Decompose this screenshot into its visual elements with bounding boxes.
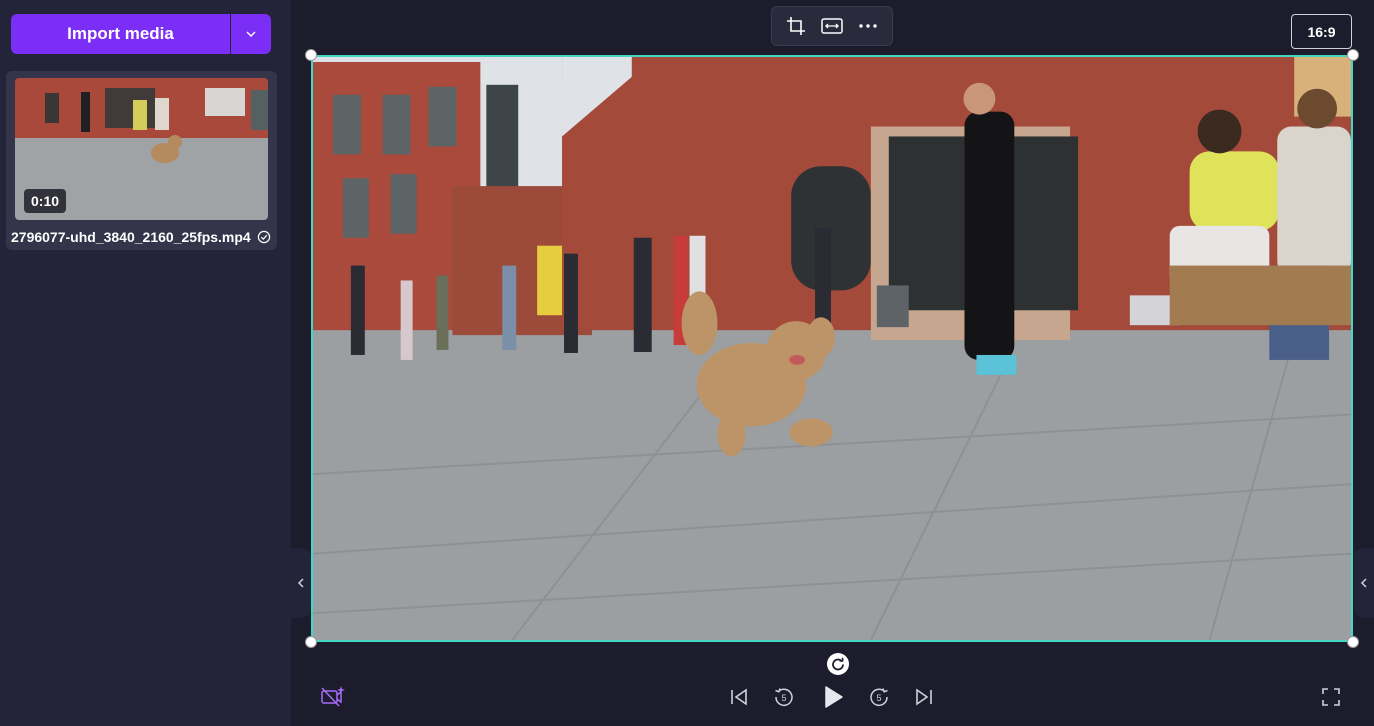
skip-to-end-icon [916,688,932,706]
duration-badge: 0:10 [24,189,67,213]
more-options-button[interactable] [853,11,883,41]
video-preview[interactable] [311,55,1353,642]
fit-icon [821,18,843,34]
rotate-handle[interactable] [827,653,849,675]
import-media-group: Import media [11,14,271,54]
resize-handle-bottom-left[interactable] [305,636,317,648]
fullscreen-button[interactable] [1316,682,1346,712]
rewind-5-icon: 5 [775,688,793,706]
chevron-left-icon [1360,578,1367,588]
resize-handle-top-left[interactable] [305,49,317,61]
video-frame [313,57,1351,640]
chevron-down-icon [246,31,256,37]
import-media-button[interactable]: Import media [11,14,230,54]
chevron-left-icon [297,578,304,588]
skip-to-end-button[interactable] [909,682,939,712]
check-circle-icon [257,230,271,244]
forward-5-button[interactable]: 5 [864,682,894,712]
aspect-ratio-button[interactable]: 16:9 [1291,14,1352,49]
forward-seconds-label: 5 [876,693,881,703]
sparkle-camera-icon [321,686,345,707]
expand-right-panel-button[interactable] [1354,548,1374,618]
rotate-icon [832,657,844,671]
preview-toolbar [771,6,893,46]
play-button[interactable] [818,682,848,712]
rewind-seconds-label: 5 [781,693,786,703]
media-panel: Import media 0:10 2796077-uhd_3840_2160_… [0,0,291,726]
forward-5-icon: 5 [870,688,888,706]
fullscreen-icon [1322,688,1340,706]
media-filename: 2796077-uhd_3840_2160_25fps.mp4 [11,229,251,245]
crop-icon [787,17,805,35]
skip-to-start-icon [731,688,747,706]
skip-to-start-button[interactable] [724,682,754,712]
ai-tools-button[interactable] [318,682,348,712]
fit-button[interactable] [817,11,847,41]
resize-handle-top-right[interactable] [1347,49,1359,61]
rewind-5-button[interactable]: 5 [769,682,799,712]
import-options-button[interactable] [231,14,271,54]
resize-handle-bottom-right[interactable] [1347,636,1359,648]
crop-button[interactable] [781,11,811,41]
media-item[interactable] [6,71,277,250]
more-icon [859,24,877,28]
collapse-left-panel-button[interactable] [291,548,311,618]
play-icon [825,686,843,708]
